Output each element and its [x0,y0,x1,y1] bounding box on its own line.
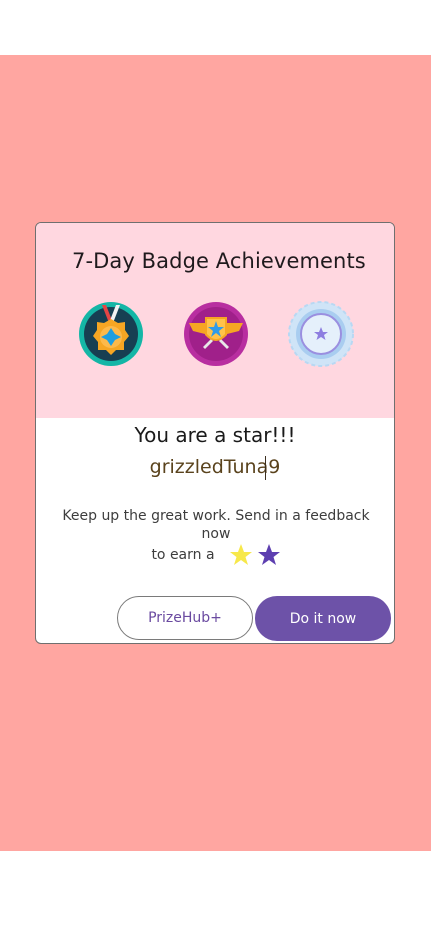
winged-star-badge-icon [183,301,249,367]
dialog-title: 7-Day Badge Achievements [72,249,366,273]
star-rosette-badge-icon [288,301,354,367]
message-line-2: to earn a [151,547,215,563]
prizehub-button[interactable]: PrizeHub+ [117,596,253,640]
text-cursor [264,456,266,480]
do-it-now-button[interactable]: Do it now [255,596,391,641]
feedback-message: Keep up the great work. Send in a feedba… [50,507,382,567]
badge-achievements-dialog: 7-Day Badge Achievements You are a star!… [35,222,395,644]
medal-badge-icon [78,301,144,367]
message-line-1: Keep up the great work. Send in a feedba… [62,508,370,542]
dialog-header: 7-Day Badge Achievements [36,223,394,418]
username-text: grizzledTuna9 [149,456,281,478]
yellow-star-icon [229,543,253,567]
username-field[interactable]: grizzledTuna9 [149,456,281,480]
purple-star-icon [257,543,281,567]
congrats-heading: You are a star!!! [134,423,296,447]
